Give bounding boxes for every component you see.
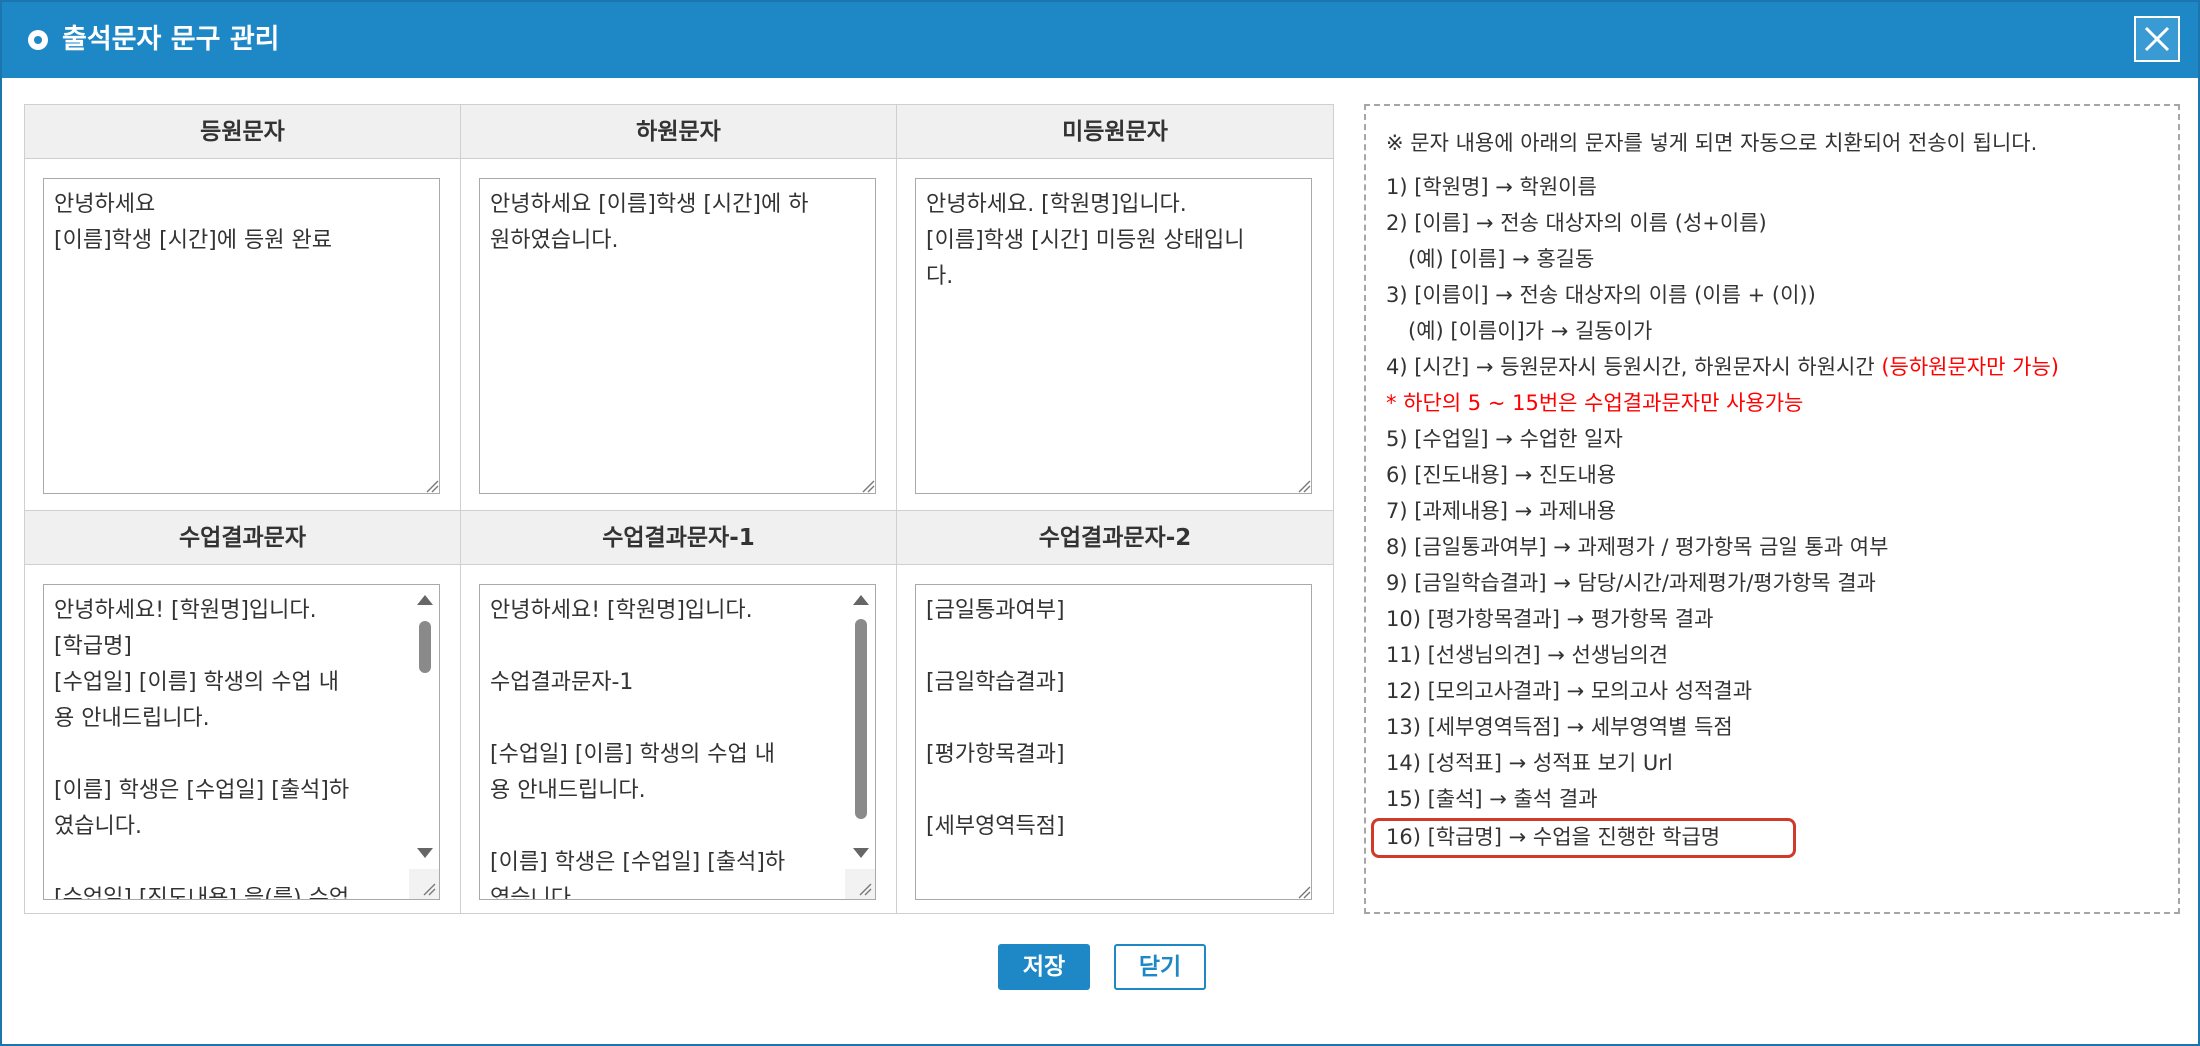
cell-result-1: 안녕하세요! [학원명]입니다. 수업결과문자-1 [수업일] [이름] 학생의… xyxy=(461,565,897,913)
resize-grip-icon[interactable] xyxy=(1297,479,1311,493)
dialog-title: 출석문자 문구 관리 xyxy=(62,24,280,55)
help-item: 13) [세부영역득점] → 세부영역별 득점 xyxy=(1386,715,1733,739)
help-item: 5) [수업일] → 수업한 일자 xyxy=(1386,427,1623,451)
cell-result-2: [금일통과여부] [금일학습결과] [평가항목결과] [세부영역득점] xyxy=(897,565,1333,913)
highlight-box xyxy=(1371,818,1796,858)
help-item: 8) [금일통과여부] → 과제평가 / 평가항목 금일 통과 여부 xyxy=(1386,535,1889,559)
dialog-titlebar: 출석문자 문구 관리 xyxy=(2,2,2198,78)
title-bullet-icon xyxy=(28,30,48,50)
help-item: 1) [학원명] → 학원이름 xyxy=(1386,175,1597,199)
cell-checkin: 안녕하세요 [이름]학생 [시간]에 등원 완료 xyxy=(25,159,461,511)
absent-textarea[interactable]: 안녕하세요. [학원명]입니다. [이름]학생 [시간] 미등원 상태입니 다. xyxy=(915,178,1312,494)
header-result: 수업결과문자 xyxy=(25,511,461,565)
resize-grip-icon[interactable] xyxy=(425,479,439,493)
cell-checkout: 안녕하세요 [이름]학생 [시간]에 하 원하였습니다. xyxy=(461,159,897,511)
resize-grip-icon[interactable] xyxy=(1297,885,1311,899)
header-result-2: 수업결과문자-2 xyxy=(897,511,1333,565)
header-checkin: 등원문자 xyxy=(25,105,461,159)
dialog: 출석문자 문구 관리 등원문자 하원문자 미등원문자 안녕하세요 [이름]학생 … xyxy=(0,0,2200,1046)
help-intro: ※ 문자 내용에 아래의 문자를 넣게 되면 자동으로 치환되어 전송이 됩니다… xyxy=(1386,131,2038,155)
help-item: 9) [금일학습결과] → 담당/시간/과제평가/평가항목 결과 xyxy=(1386,571,1876,595)
help-item: 10) [평가항목결과] → 평가항목 결과 xyxy=(1386,607,1714,631)
cell-absent: 안녕하세요. [학원명]입니다. [이름]학생 [시간] 미등원 상태입니 다. xyxy=(897,159,1333,511)
help-item: 2) [이름] → 전송 대상자의 이름 (성+이름) xyxy=(1386,211,1767,235)
cell-result: 안녕하세요! [학원명]입니다. [학급명] [수업일] [이름] 학생의 수업… xyxy=(25,565,461,913)
resize-grip-icon[interactable] xyxy=(861,479,875,493)
help-item: 12) [모의고사결과] → 모의고사 성적결과 xyxy=(1386,679,1753,703)
message-template-grid: 등원문자 하원문자 미등원문자 안녕하세요 [이름]학생 [시간]에 등원 완료… xyxy=(24,104,1334,914)
help-item: 6) [진도내용] → 진도내용 xyxy=(1386,463,1617,487)
help-item-text: 4) [시간] → 등원문자시 등원시간, 하원문자시 하원시간 xyxy=(1386,355,1882,379)
help-item: 15) [출석] → 출석 결과 xyxy=(1386,787,1598,811)
close-icon[interactable] xyxy=(2134,16,2180,62)
header-absent: 미등원문자 xyxy=(897,105,1333,159)
save-button[interactable]: 저장 xyxy=(998,944,1090,990)
substitution-help-panel: ※ 문자 내용에 아래의 문자를 넣게 되면 자동으로 치환되어 전송이 됩니다… xyxy=(1364,104,2180,914)
help-item: 14) [성적표] → 성적표 보기 Url xyxy=(1386,751,1673,775)
close-button[interactable]: 닫기 xyxy=(1114,944,1206,990)
help-item-restriction: (등하원문자만 가능) xyxy=(1881,355,2059,379)
result-2-textarea[interactable]: [금일통과여부] [금일학습결과] [평가항목결과] [세부영역득점] xyxy=(915,584,1312,900)
header-checkout: 하원문자 xyxy=(461,105,897,159)
result-1-textarea[interactable]: 안녕하세요! [학원명]입니다. 수업결과문자-1 [수업일] [이름] 학생의… xyxy=(479,584,876,900)
result-textarea[interactable]: 안녕하세요! [학원명]입니다. [학급명] [수업일] [이름] 학생의 수업… xyxy=(43,584,440,900)
help-item: 11) [선생님의견] → 선생님의견 xyxy=(1386,643,1669,667)
help-item: 3) [이름이] → 전송 대상자의 이름 (이름 + (이)) xyxy=(1386,283,1816,307)
help-example: (예) [이름이]가 → 길동이가 xyxy=(1408,319,1653,343)
checkin-textarea[interactable]: 안녕하세요 [이름]학생 [시간]에 등원 완료 xyxy=(43,178,440,494)
header-result-1: 수업결과문자-1 xyxy=(461,511,897,565)
help-example: (예) [이름] → 홍길동 xyxy=(1408,247,1595,271)
help-item: 7) [과제내용] → 과제내용 xyxy=(1386,499,1617,523)
help-note: * 하단의 5 ~ 15번은 수업결과문자만 사용가능 xyxy=(1386,391,1804,415)
help-item: 4) [시간] → 등원문자시 등원시간, 하원문자시 하원시간 (등하원문자만… xyxy=(1386,350,2059,384)
checkout-textarea[interactable]: 안녕하세요 [이름]학생 [시간]에 하 원하였습니다. xyxy=(479,178,876,494)
